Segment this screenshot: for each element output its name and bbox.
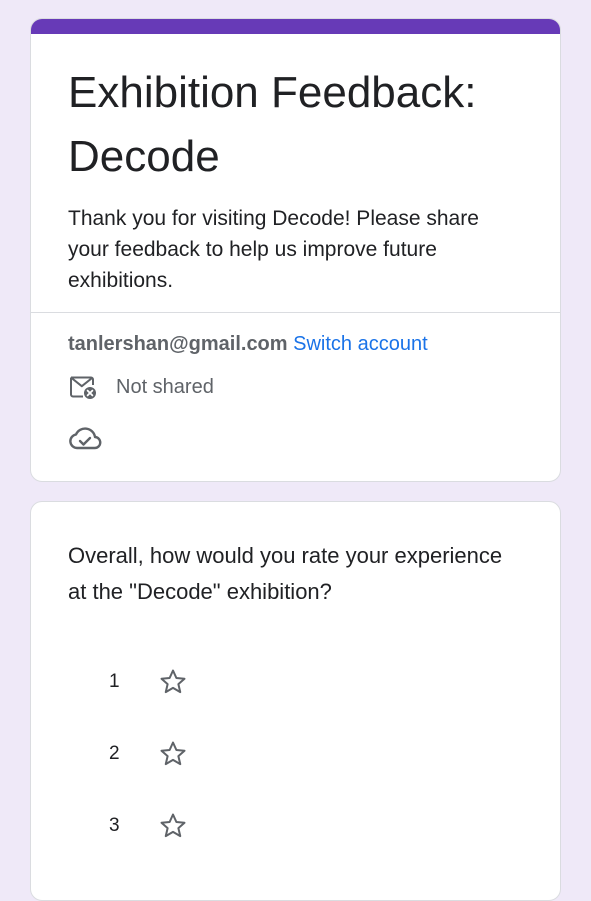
form-accent-bar bbox=[31, 19, 560, 34]
mail-not-shared-icon bbox=[70, 376, 96, 399]
star-outline-icon[interactable] bbox=[158, 667, 188, 697]
form-description: Thank you for visiting Decode! Please sh… bbox=[68, 207, 479, 292]
cloud-saved-icon bbox=[69, 427, 102, 450]
form-title: Exhibition Feedback: Decode bbox=[68, 68, 477, 181]
star-outline-icon[interactable] bbox=[158, 739, 188, 769]
rating-label: 2 bbox=[109, 743, 120, 764]
rating-label: 1 bbox=[109, 671, 120, 692]
question-title: Overall, how would you rate your experie… bbox=[68, 543, 503, 604]
switch-account-link[interactable]: Switch account bbox=[293, 333, 428, 355]
rating-option-3[interactable]: 3 bbox=[109, 808, 188, 844]
star-outline-icon[interactable] bbox=[158, 811, 188, 841]
email-shared-status: Not shared bbox=[68, 373, 214, 401]
header-divider bbox=[31, 312, 560, 313]
form-header-card: Exhibition Feedback: Decode Thank you fo… bbox=[30, 18, 561, 482]
rating-option-2[interactable]: 2 bbox=[109, 736, 188, 772]
account-email: tanlershan@gmail.com bbox=[68, 333, 288, 355]
account-row: tanlershan@gmail.com Switch account bbox=[68, 330, 428, 358]
rating-label: 3 bbox=[109, 815, 120, 836]
rating-option-1[interactable]: 1 bbox=[109, 664, 188, 700]
shared-status-text: Not shared bbox=[116, 376, 214, 398]
question-card: Overall, how would you rate your experie… bbox=[30, 501, 561, 901]
